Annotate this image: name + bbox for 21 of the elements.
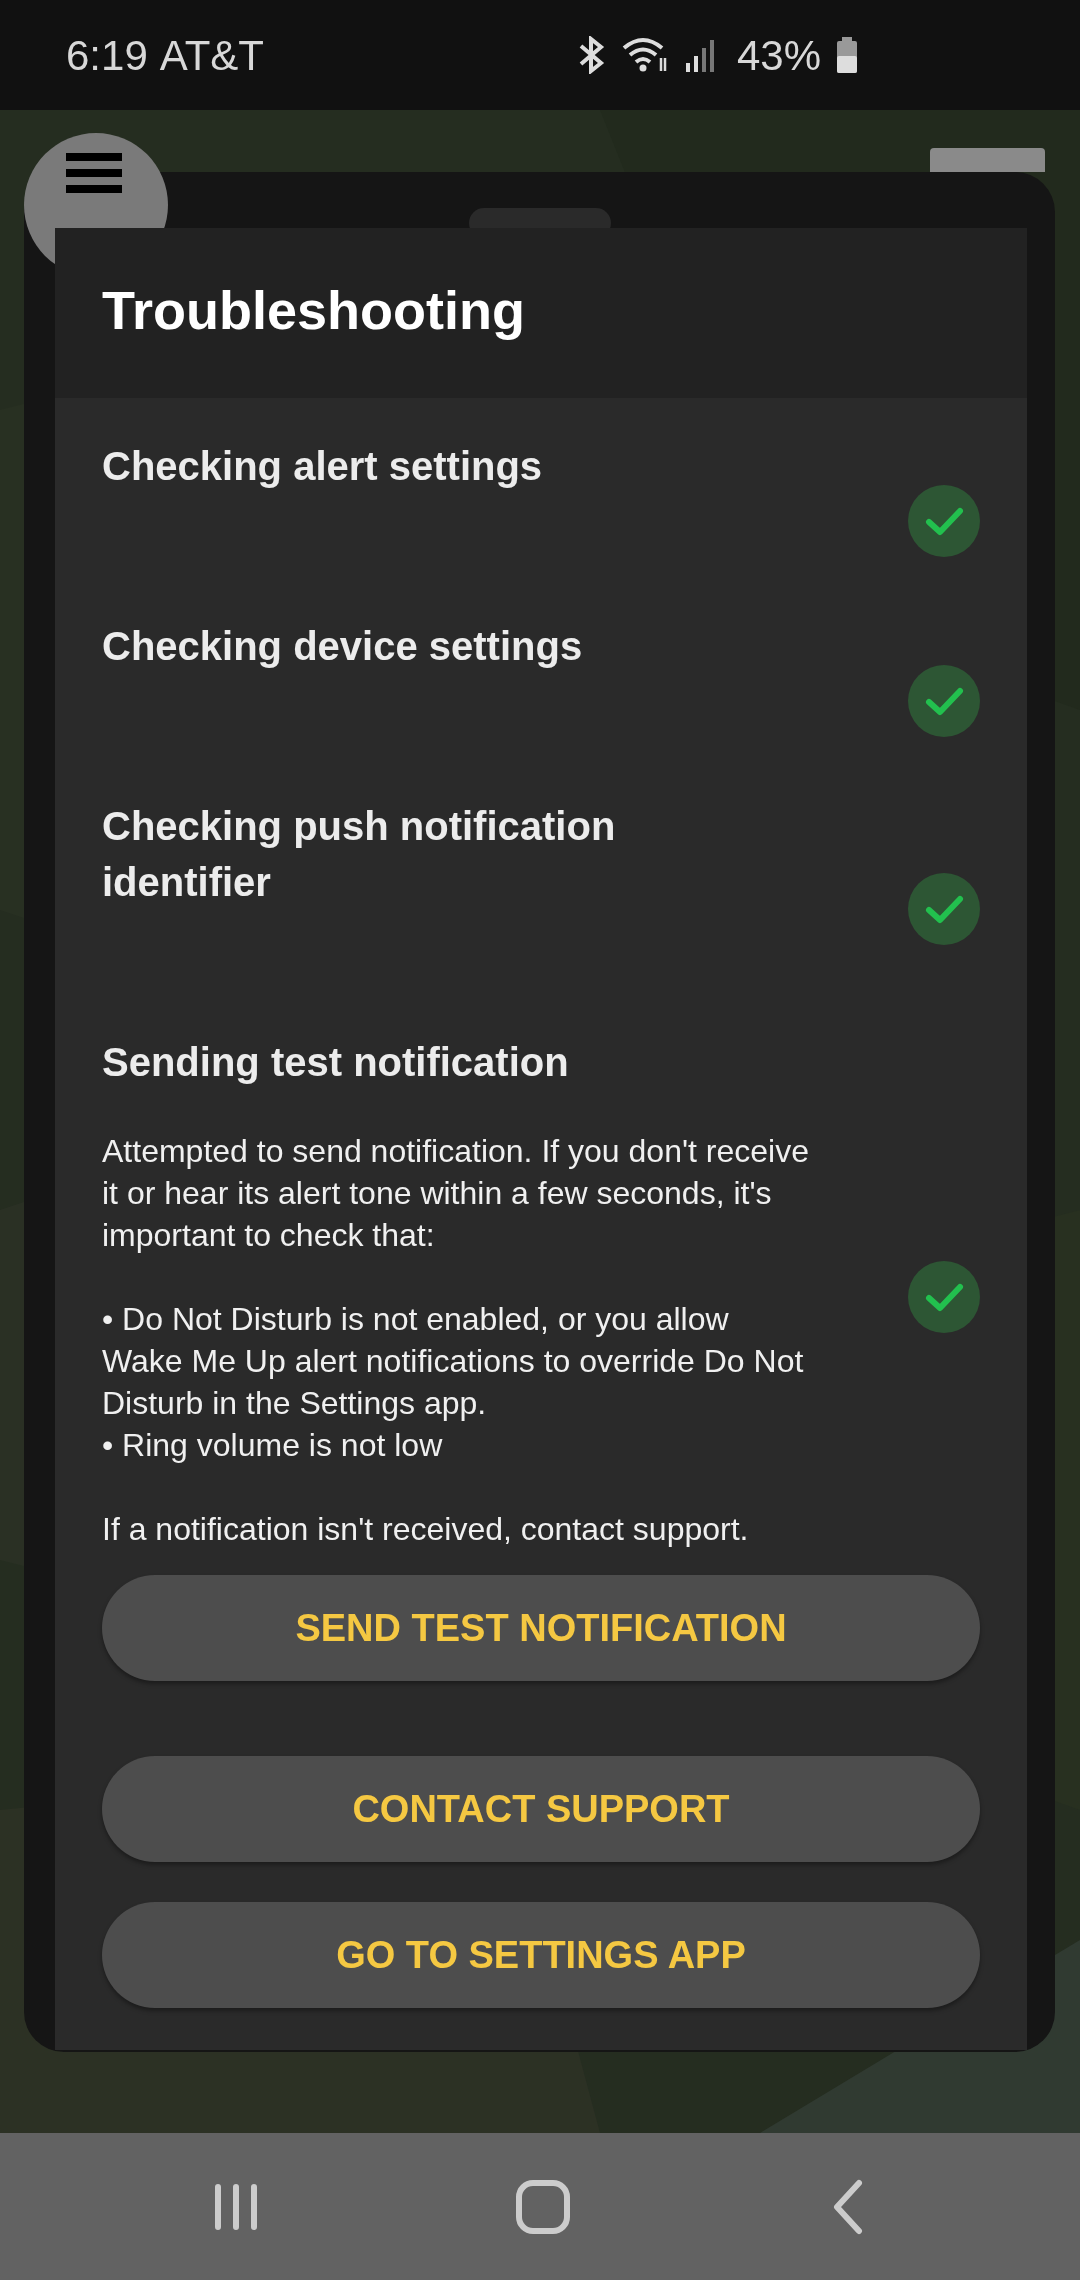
recents-icon[interactable] xyxy=(212,2182,260,2231)
step-title: Checking device settings xyxy=(102,623,584,670)
battery-percentage: 43% xyxy=(736,30,821,81)
menu-icon xyxy=(66,153,122,195)
bullet-text: • Do Not Disturb is not enabled, or you allow Wake Me Up alert notifications to override Do Not Disturb in the Settings app. xyxy=(102,1300,805,1423)
bullet-text: • Ring volume is not low xyxy=(102,1426,444,1465)
step-title: Sending test notification xyxy=(102,1039,570,1086)
action-button[interactable]: SEND TEST NOTIFICATION xyxy=(102,1575,980,1681)
back-icon[interactable] xyxy=(831,2178,865,2235)
dialog-title: Troubleshooting xyxy=(102,283,525,342)
step-title: Checking alert settings xyxy=(102,443,544,490)
status-time: 6:19 xyxy=(66,30,148,81)
signal-icon xyxy=(684,37,717,73)
battery-icon xyxy=(835,36,859,74)
paragraph-text: Attempted to send notification. If you don't receive it or hear its alert tone within a few seconds, it's important to check that: xyxy=(102,1132,810,1255)
home-icon[interactable] xyxy=(515,2178,571,2235)
action-button[interactable]: GO TO SETTINGS APP xyxy=(102,1902,980,2008)
carrier-name: AT&T xyxy=(159,30,264,81)
paragraph-text: If a notification isn't received, contact support. xyxy=(102,1510,750,1549)
step-title: Checking push notification identifier xyxy=(102,803,617,906)
action-button[interactable]: CONTACT SUPPORT xyxy=(102,1756,980,1862)
